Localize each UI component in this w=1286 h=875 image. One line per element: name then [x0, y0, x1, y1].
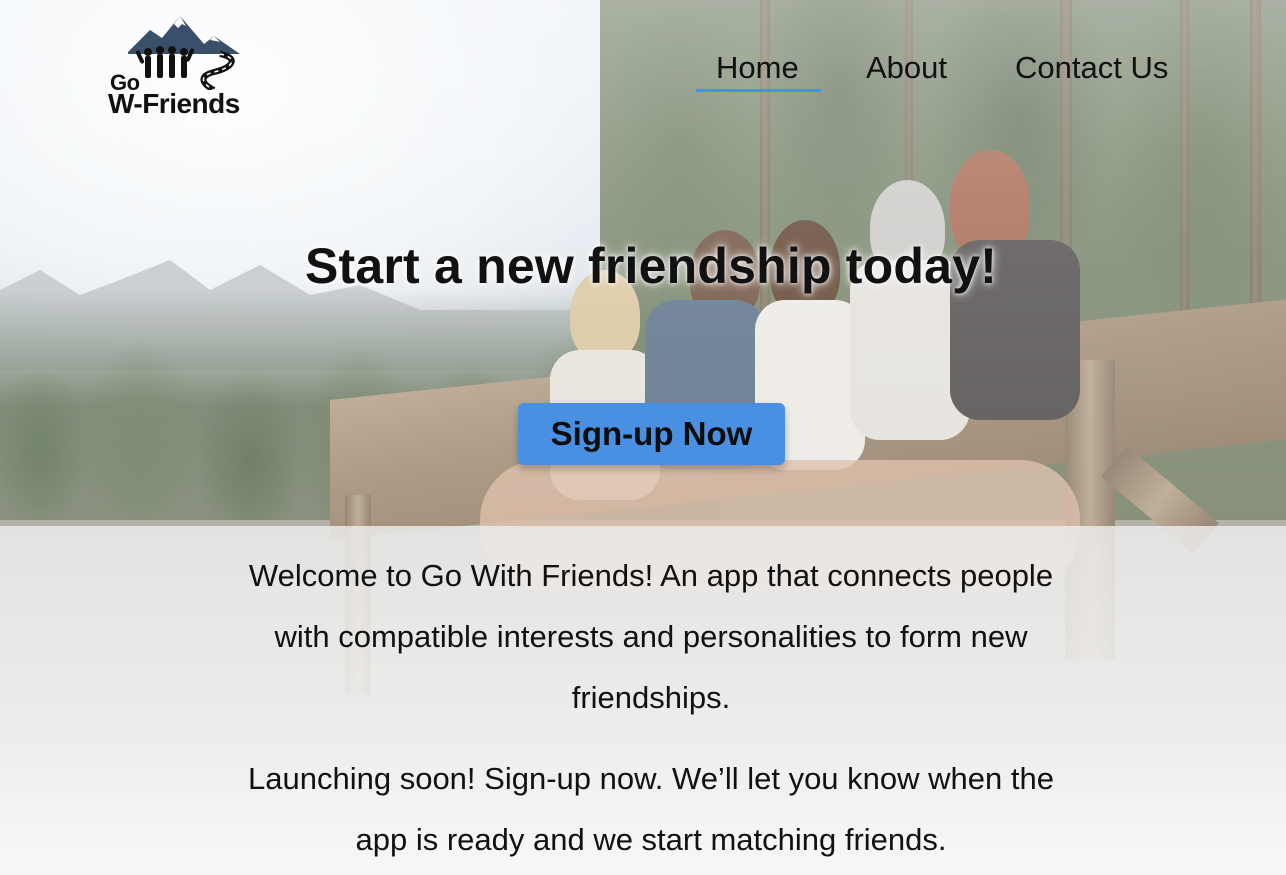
nav-home-link[interactable]: Home: [716, 50, 799, 86]
hero-title: Start a new friendship today!: [304, 238, 997, 294]
sign-up-now-button[interactable]: Sign-up Now: [518, 403, 785, 465]
nav-contact-us-link[interactable]: Contact Us: [1015, 50, 1168, 86]
mountains-friends-road-logo-icon: [128, 16, 240, 90]
intro-paragraph: Welcome to Go With Friends! An app that …: [248, 558, 1054, 715]
logo-name-text: W-Friends: [108, 88, 240, 119]
nav-about-link[interactable]: About: [866, 50, 947, 86]
active-nav-indicator: [696, 89, 821, 92]
launch-paragraph: Launching soon! Sign-up now. We’ll let y…: [248, 761, 1054, 857]
logo[interactable]: Go W-Friends: [108, 14, 268, 122]
